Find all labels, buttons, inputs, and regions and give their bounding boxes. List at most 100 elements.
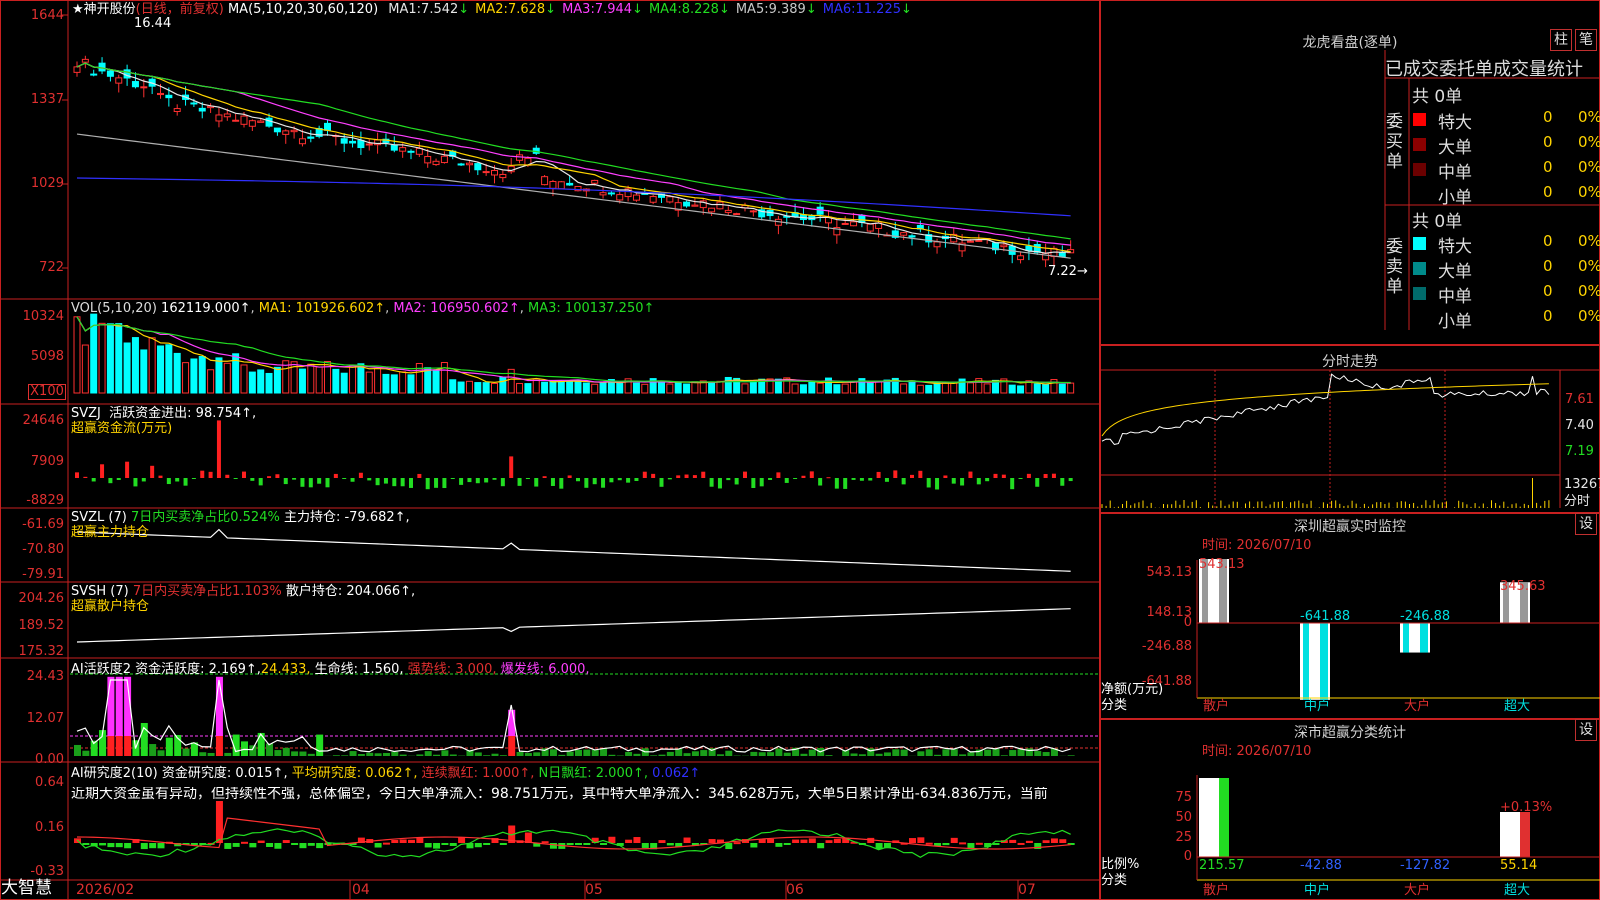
classify-title: 深市超赢分类统计 [1294,725,1406,741]
stock-name[interactable]: 神开股份 [84,2,136,17]
monitor-value: 543.13 [1199,557,1245,572]
volume-bar [683,383,691,394]
ai2-header: AI研究度2(10) 资金研究度: 0.015↑, 平均研究度: 0.062↑,… [71,766,701,781]
flow-bar [75,472,79,478]
flow-bar [976,478,981,485]
candle-body [298,138,306,145]
volume-bar [541,381,549,394]
volume-bar [941,381,949,394]
classify-bar-stripe [1219,778,1229,857]
flow-bar [567,475,572,478]
activity-bar [942,749,950,756]
volume-bar [223,362,231,394]
volume-bar [307,363,315,394]
brand-logo: 大智慧 [1,878,52,898]
volume-bar [140,349,148,394]
fenshi-price: 7.19 [1565,444,1594,459]
flow-bar [709,478,714,487]
activity-bar [224,752,232,756]
activity-bar [725,750,733,756]
ai2-tick: 0.64 [35,775,64,790]
chart-canvas[interactable] [0,0,1600,900]
flow-bar [626,478,631,483]
flow-bar [367,478,372,481]
candle-body [850,221,858,227]
volume-bar [457,381,465,394]
candle-body [1017,255,1025,261]
ai1-tick: 0.00 [35,752,64,767]
monitor-tick: 0 [1183,615,1192,630]
research-bar [299,843,307,849]
classify-xlabel: 分类 [1101,873,1128,888]
candle-body [190,102,198,105]
flow-bar [292,478,297,480]
volume-bar [599,382,607,394]
price-tick: 1029 [30,176,64,191]
volume-bar [491,382,498,394]
flow-bar [1010,478,1015,490]
flow-bar [768,478,773,480]
volume-bar [482,382,490,394]
volume-bar [315,366,323,394]
period-label[interactable]: (日线，前复权) [136,2,224,17]
research-bar [257,840,265,843]
vol-unit-button[interactable]: X100 [28,384,66,400]
research-bar [1050,838,1058,843]
tick-mode-button[interactable]: 笔 [1575,29,1597,51]
flow-bar [818,478,823,486]
flow-bar [617,478,622,481]
candle-body [491,169,498,176]
volume-bar [866,382,874,394]
bar-mode-button[interactable]: 柱 [1550,29,1572,51]
activity-bar [591,749,599,756]
svsh-tick: 204.26 [18,591,65,606]
volume-bar [73,316,81,394]
classify-tick: 75 [1175,790,1192,805]
order-percent: 0% [1578,108,1600,126]
candle-body [432,160,440,166]
ai1-tick: 24.43 [26,669,64,684]
flow-bar [576,478,580,482]
activity-bar [558,754,566,756]
activity-bar [182,748,190,756]
candle-body [733,213,741,216]
candle-body [557,181,565,190]
activity-bar [716,754,724,756]
ma-value: MA4:8.228↓ [648,2,730,17]
flow-bar [884,478,889,482]
volume-bar [616,382,624,394]
flow-bar [634,478,639,481]
research-bar [316,843,324,849]
flow-bar [550,478,555,486]
monitor-settings-button[interactable]: 设 [1575,513,1597,535]
activity-bar [825,755,833,756]
research-bar [232,843,240,847]
activity-bar [157,750,165,756]
activity-bar [934,754,942,756]
monitor-tick: 543.13 [1146,565,1193,580]
candle-body [407,150,415,153]
flow-bar [901,478,906,485]
flow-bar [484,478,489,483]
activity-bar [758,752,766,756]
classify-settings-button[interactable]: 设 [1575,719,1597,741]
candle-body [591,179,599,184]
activity-bar [533,752,541,756]
research-bar [825,840,833,843]
flow-bar [183,478,188,486]
order-percent: 0% [1578,257,1600,275]
research-bar [792,839,800,843]
research-bar [967,843,975,849]
monitor-bar-stripe [1303,623,1309,700]
flow-bar [676,475,681,478]
candle-body [215,114,223,122]
flow-bar [208,471,213,478]
candle-body [908,235,916,238]
activity-bar [199,752,207,756]
flow-bar [960,478,965,486]
research-bar [1017,842,1025,845]
monitor-xlabel: 分类 [1101,698,1128,713]
candle-body [131,81,139,88]
flow-bar [843,478,848,489]
volume-bar [248,371,256,394]
